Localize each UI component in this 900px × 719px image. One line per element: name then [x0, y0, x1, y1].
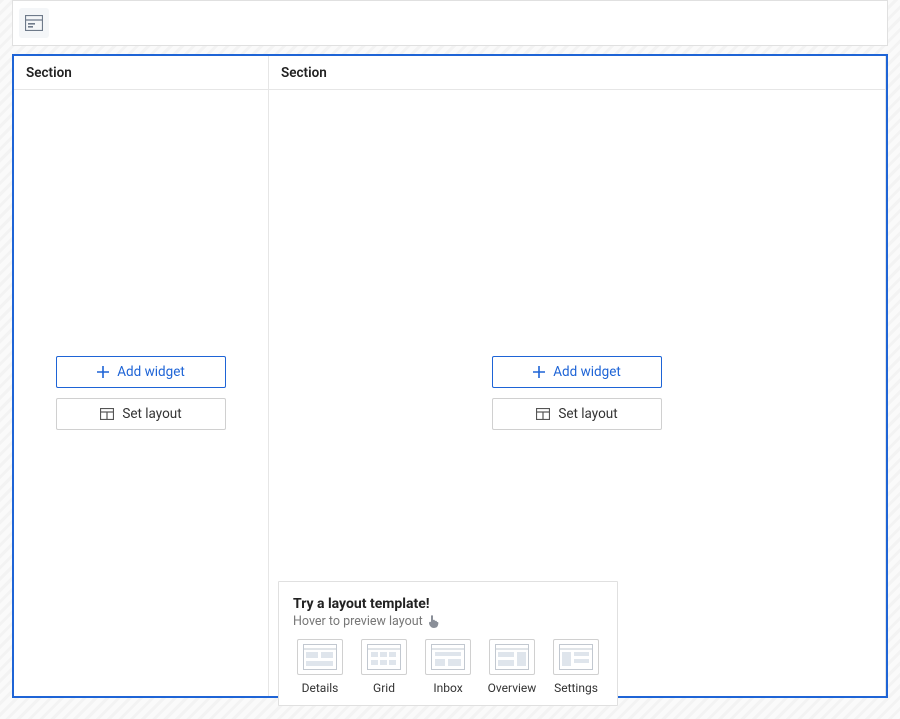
template-label: Settings	[554, 681, 598, 695]
template-label: Details	[302, 681, 339, 695]
template-grid-icon	[361, 639, 407, 675]
top-toolbar	[12, 0, 888, 46]
template-details[interactable]: Details	[293, 639, 347, 695]
template-details-icon	[297, 639, 343, 675]
set-layout-button[interactable]: Set layout	[56, 398, 226, 430]
workspace-canvas: Section Add widget Set layout Section Ad…	[12, 54, 888, 698]
layout-icon	[100, 408, 114, 420]
section-right-header[interactable]: Section	[269, 56, 885, 90]
template-list: Details Grid	[293, 639, 603, 695]
add-widget-button[interactable]: Add widget	[492, 356, 662, 388]
section-left-header[interactable]: Section	[14, 56, 268, 90]
template-overview[interactable]: Overview	[485, 639, 539, 695]
panel-title: Try a layout template!	[293, 596, 603, 612]
template-inbox[interactable]: Inbox	[421, 639, 475, 695]
set-layout-label: Set layout	[122, 406, 181, 422]
template-grid[interactable]: Grid	[357, 639, 411, 695]
section-left-body: Add widget Set layout	[14, 90, 268, 696]
template-overview-icon	[489, 639, 535, 675]
layout-template-panel: Try a layout template! Hover to preview …	[278, 581, 618, 706]
template-settings-icon	[553, 639, 599, 675]
plus-icon	[533, 366, 545, 378]
page-layout-button[interactable]	[19, 8, 49, 38]
section-left: Section Add widget Set layout	[14, 56, 269, 696]
template-label: Overview	[488, 681, 537, 695]
page-layout-icon	[25, 15, 43, 31]
panel-subtitle: Hover to preview layout	[293, 614, 603, 629]
set-layout-button[interactable]: Set layout	[492, 398, 662, 430]
layout-icon	[536, 408, 550, 420]
set-layout-label: Set layout	[558, 406, 617, 422]
add-widget-label: Add widget	[553, 364, 621, 380]
template-inbox-icon	[425, 639, 471, 675]
template-settings[interactable]: Settings	[549, 639, 603, 695]
panel-subtitle-text: Hover to preview layout	[293, 614, 423, 629]
add-widget-label: Add widget	[117, 364, 185, 380]
add-widget-button[interactable]: Add widget	[56, 356, 226, 388]
pointer-icon	[427, 615, 439, 629]
template-label: Inbox	[433, 681, 462, 695]
template-label: Grid	[373, 681, 395, 695]
plus-icon	[97, 366, 109, 378]
